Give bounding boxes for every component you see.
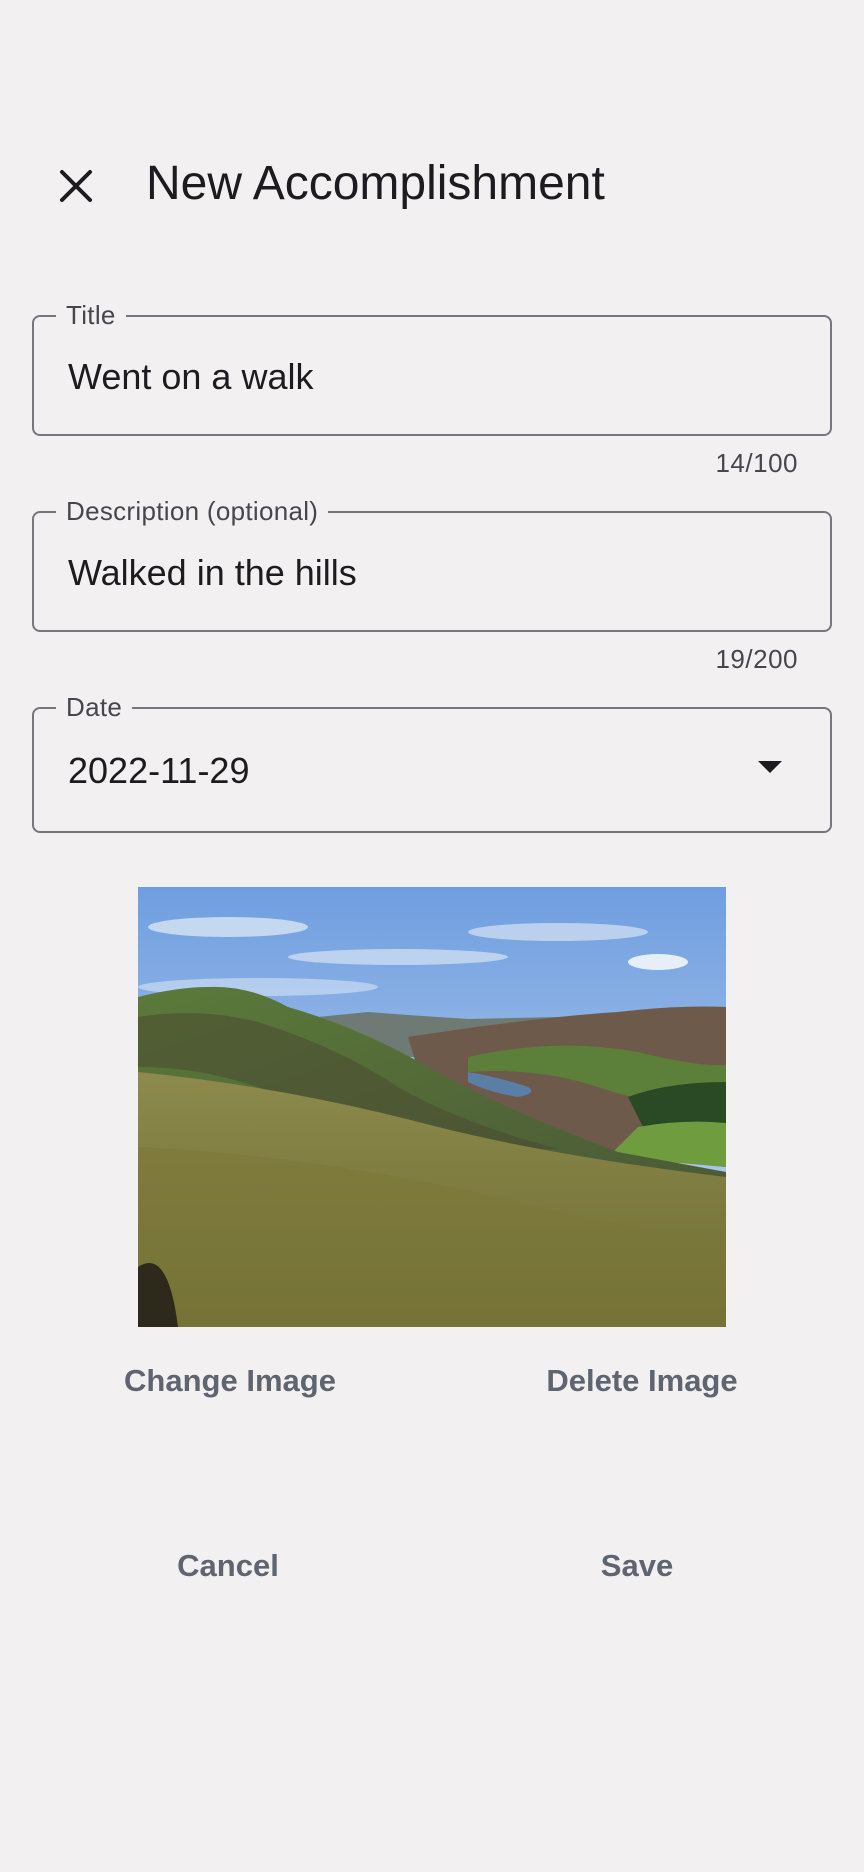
description-char-counter: 19/200 xyxy=(715,644,798,674)
date-field-label: Date xyxy=(56,692,133,722)
title-field-label: Title xyxy=(56,300,126,330)
description-field[interactable]: Description (optional) Walked in the hil… xyxy=(32,496,832,632)
change-image-button[interactable]: Change Image xyxy=(110,1363,350,1399)
title-field-value[interactable]: Went on a walk xyxy=(68,355,313,399)
date-field[interactable]: Date 2022-11-29 xyxy=(32,692,832,833)
page-title: New Accomplishment xyxy=(146,157,605,210)
accomplishment-image xyxy=(138,887,726,1327)
title-field[interactable]: Title Went on a walk xyxy=(32,300,832,436)
description-field-value[interactable]: Walked in the hills xyxy=(68,551,357,595)
title-char-counter: 14/100 xyxy=(715,448,798,478)
save-button[interactable]: Save xyxy=(537,1548,737,1584)
description-field-label: Description (optional) xyxy=(56,496,329,526)
close-button[interactable] xyxy=(40,150,112,222)
close-icon xyxy=(60,170,92,202)
arrow-drop-down-icon[interactable] xyxy=(758,761,782,773)
cancel-button[interactable]: Cancel xyxy=(128,1548,328,1584)
top-app-bar: New Accomplishment xyxy=(0,130,864,230)
delete-image-button[interactable]: Delete Image xyxy=(522,1363,762,1399)
date-field-value: 2022-11-29 xyxy=(68,750,250,791)
